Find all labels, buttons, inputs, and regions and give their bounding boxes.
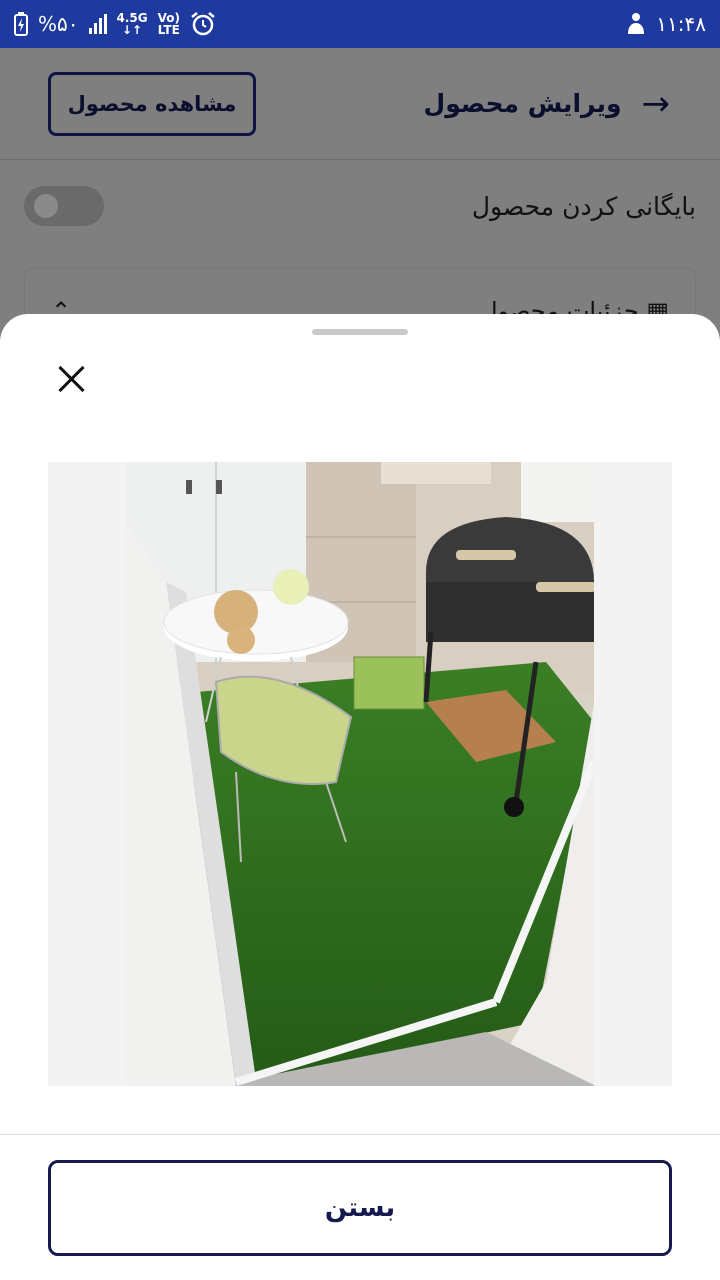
- image-preview-area: [48, 462, 672, 1086]
- close-button[interactable]: بستن: [48, 1160, 672, 1256]
- close-icon[interactable]: [50, 358, 94, 402]
- divider: [0, 1134, 720, 1135]
- view-product-button[interactable]: مشاهده محصول: [48, 71, 256, 136]
- header-title-group: ویرایش محصول →: [424, 84, 670, 124]
- clock: ۱۱:۴۸: [656, 12, 706, 36]
- signal-bars-icon: [88, 14, 107, 34]
- archive-label: بایگانی کردن محصول: [471, 191, 696, 221]
- product-image: [126, 462, 594, 1086]
- archive-row: بایگانی کردن محصول: [0, 160, 720, 252]
- page-header: مشاهده محصول ویرایش محصول →: [0, 48, 720, 160]
- network-type-label: 4.5G: [116, 11, 148, 25]
- volte-indicator: Vo) LTE: [158, 12, 180, 36]
- status-right: ۱۱:۴۸: [624, 12, 706, 36]
- product-photo-illustration: [126, 462, 594, 1086]
- arrow-right-icon[interactable]: →: [642, 84, 671, 124]
- page-title: ویرایش محصول: [423, 89, 622, 118]
- charging-battery-icon: [14, 12, 28, 36]
- status-left: %۵۰ 4.5G ↓↑ Vo) LTE: [14, 11, 216, 37]
- battery-percent: %۵۰: [38, 12, 79, 36]
- network-type: 4.5G ↓↑: [116, 11, 148, 37]
- lte-label: LTE: [157, 23, 180, 37]
- status-bar: %۵۰ 4.5G ↓↑ Vo) LTE ۱۱:۴۸: [0, 0, 720, 48]
- location-person-icon: [628, 13, 645, 34]
- archive-toggle[interactable]: [24, 186, 104, 226]
- drag-handle[interactable]: [312, 329, 408, 335]
- image-preview-sheet: بستن: [0, 314, 720, 1280]
- alarm-icon: [191, 12, 215, 36]
